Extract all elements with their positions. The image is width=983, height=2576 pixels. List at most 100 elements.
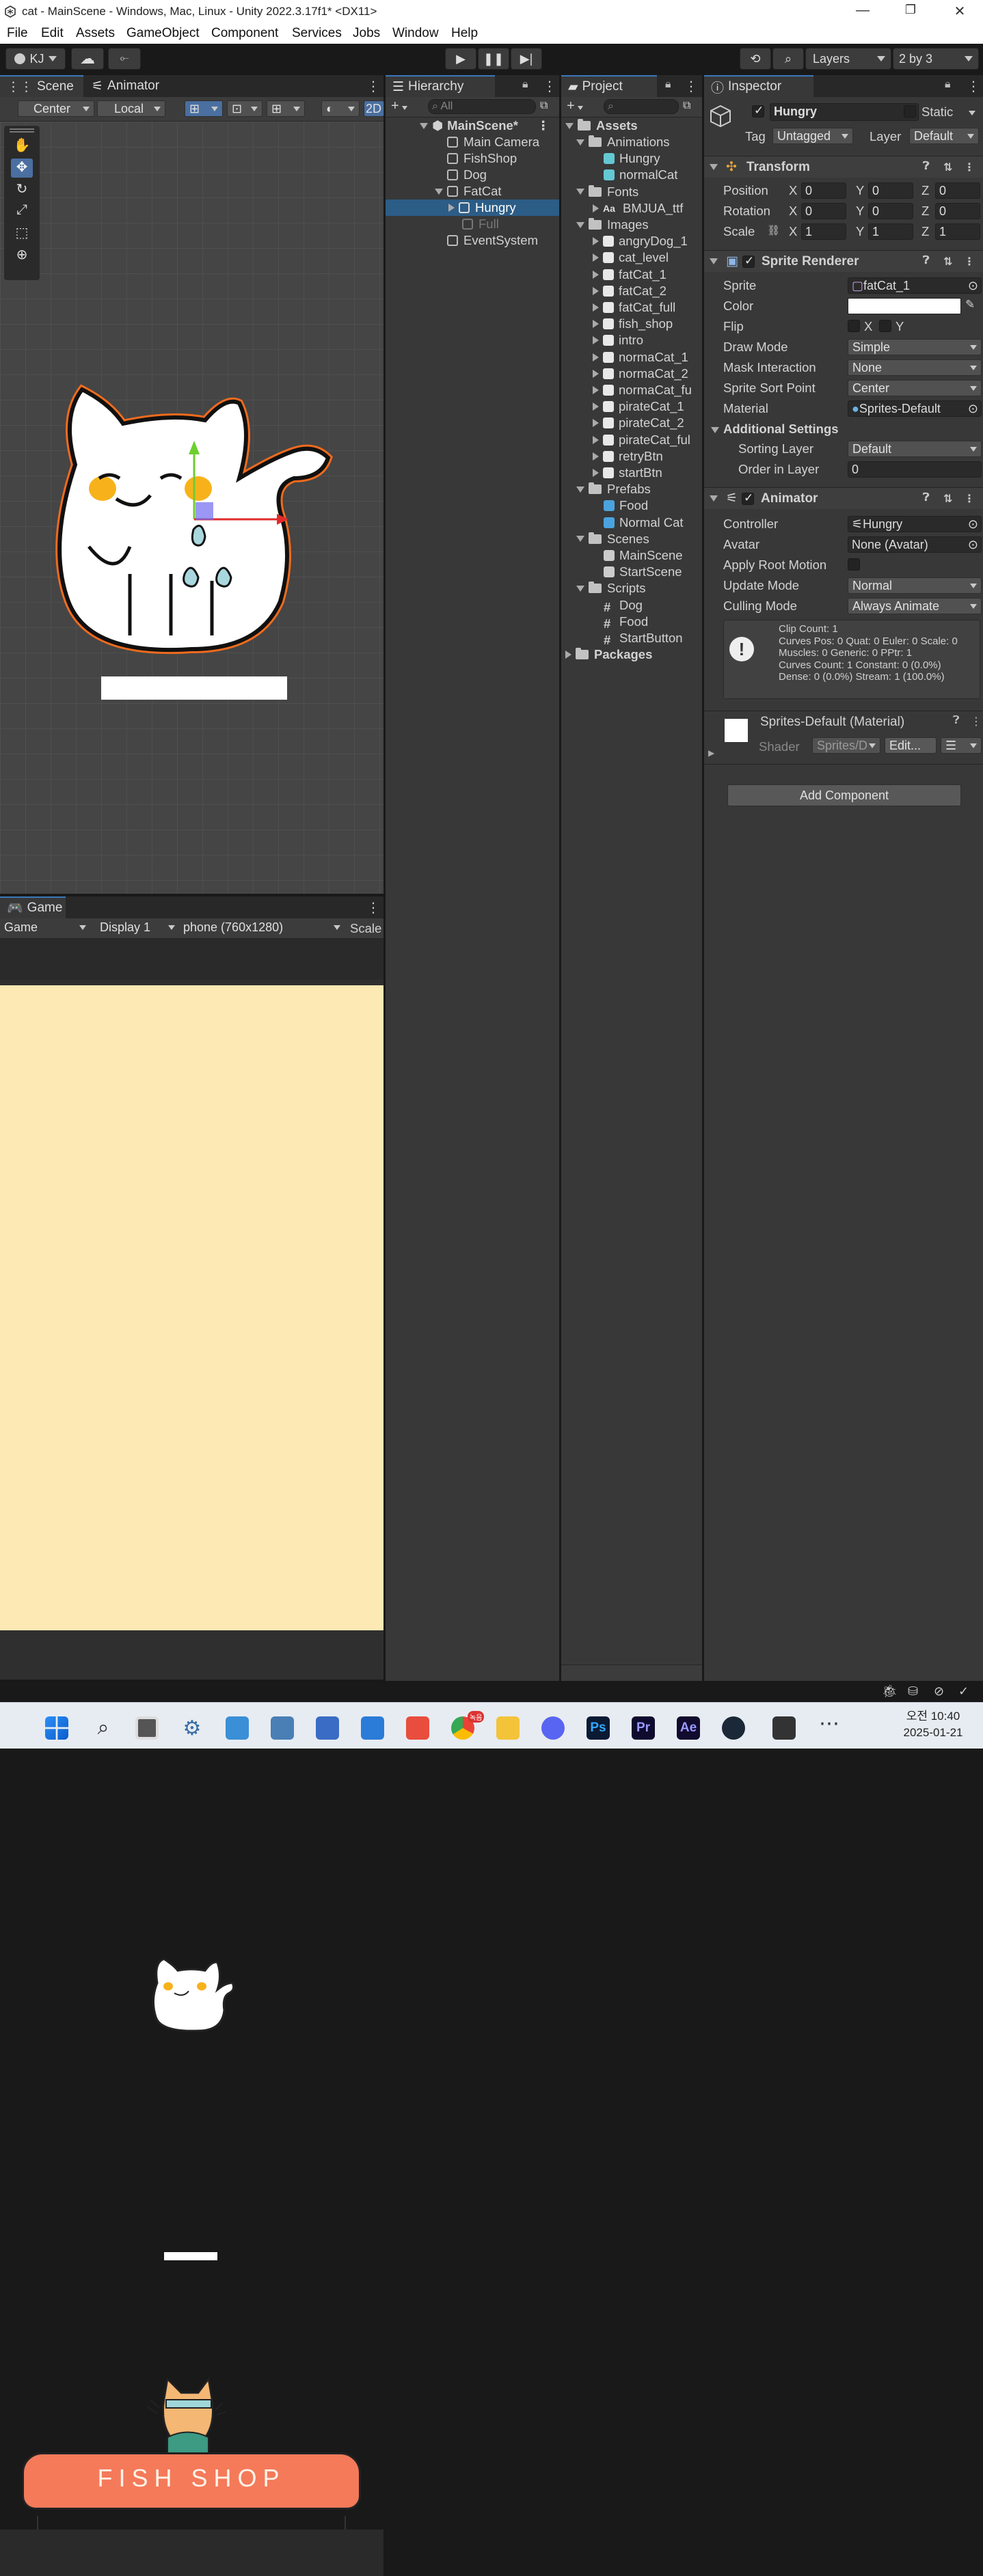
project-item-hungry[interactable]: Hungry [561,150,702,167]
account-dropdown[interactable]: KJ [5,48,66,70]
scene-menu-icon[interactable]: ⋮ [537,118,550,133]
flip-x-checkbox[interactable] [848,320,860,332]
game-mode-dropdown[interactable]: Game [0,920,90,936]
avatar-field[interactable]: None (Avatar) ⊙ [848,536,982,553]
premiere-icon[interactable]: Pr [632,1716,655,1740]
tab-project[interactable]: ▰ Project [561,75,657,97]
search-filter-icon[interactable]: ⧉ [540,100,548,112]
component-menu-icon[interactable]: ⋮ [971,715,982,728]
project-item-dog[interactable]: # Dog [561,597,702,614]
sprite-renderer-enabled-checkbox[interactable] [742,254,755,268]
transform-tool-icon[interactable]: ⊕ [11,246,33,265]
drag-handle-icon[interactable] [10,128,34,133]
animator-header[interactable]: ⚟ Animator ❓︎ ⇅ ⋮ [704,487,983,509]
active-checkbox[interactable] [752,104,764,118]
color-swatch[interactable] [848,298,961,314]
gizmo-snap-dropdown[interactable]: ⊞ [185,100,223,117]
eyedropper-icon[interactable]: ✎ [965,298,975,312]
tab-scene[interactable]: ⋮⋮ Scene [0,75,83,97]
lock-icon[interactable]: 🔒︎ [665,79,671,91]
file-explorer-icon[interactable] [496,1716,520,1740]
foldout-icon[interactable]: ▶ [708,748,714,758]
auto-generate-icon[interactable]: ⊘ [934,1684,944,1699]
project-item-piratecat-2[interactable]: pirateCat_2 [561,415,702,431]
project-item-mainscene[interactable]: MainScene [561,547,702,564]
play-button[interactable]: ▶ [445,48,476,70]
game-viewport[interactable] [0,985,383,1630]
hierarchy-item-full[interactable]: Full [386,216,559,232]
component-menu-icon[interactable]: ⋮ [964,161,975,174]
tab-game[interactable]: 🎮 Game [0,896,66,918]
menu-jobs[interactable]: Jobs [353,26,380,41]
step-button[interactable]: ▶| [511,48,542,70]
shader-options-dropdown[interactable]: ☰ [941,737,982,754]
project-item-prefabs[interactable]: Prefabs [561,481,702,497]
menu-services[interactable]: Services [292,26,342,41]
hierarchy-item-fishshop[interactable]: FishShop [386,150,559,167]
project-item-fatcat-full[interactable]: fatCat_full [561,299,702,316]
rotation-x-field[interactable]: 0 [801,203,846,219]
notepad-icon[interactable] [361,1716,384,1740]
clock[interactable]: 오전 10:40 2025-01-21 [889,1708,978,1741]
shader-dropdown[interactable]: Sprites/D [812,737,880,754]
position-y-field[interactable]: 0 [868,182,913,199]
object-name-field[interactable]: Hungry [770,103,919,121]
project-packages-root[interactable]: Packages [561,646,702,663]
increment-snap-dropdown[interactable]: ⊡ [227,100,262,117]
lock-icon[interactable]: 🔒︎ [945,79,951,91]
draw-mode-dropdown[interactable]: Simple [848,339,982,355]
project-item-images[interactable]: Images [561,217,702,233]
project-item-angrydog-1[interactable]: angryDog_1 [561,233,702,249]
hierarchy-item-dog[interactable]: Dog [386,167,559,183]
resolution-dropdown[interactable]: phone (760x1280) [179,920,345,936]
scale-x-field[interactable]: 1 [801,223,846,240]
notification-icon[interactable]: ✓ [958,1684,969,1699]
menu-assets[interactable]: Assets [76,26,115,41]
static-dropdown-icon[interactable] [969,111,975,115]
space-dropdown[interactable]: Local [97,100,165,117]
component-menu-icon[interactable]: ⋮ [964,255,975,269]
project-item-normal-cat[interactable]: Normal Cat [561,515,702,531]
rotate-tool-icon[interactable]: ↻ [11,180,33,200]
project-item-cat-level[interactable]: cat_level [561,249,702,266]
layers-dropdown[interactable]: Layers [805,48,891,70]
menu-help[interactable]: Help [451,26,478,41]
project-item-bmjua-ttf[interactable]: Aa BMJUA_ttf [561,200,702,217]
menu-gameobject[interactable]: GameObject [126,26,200,41]
shader-edit-button[interactable]: Edit... [885,737,937,754]
restore-icon[interactable]: ❐ [897,3,924,17]
material-field[interactable]: ●Sprites-Default ⊙ [848,400,982,417]
culling-mode-dropdown[interactable]: Always Animate [848,598,982,614]
project-item-normalcat[interactable]: normalCat [561,167,702,183]
position-z-field[interactable]: 0 [935,182,980,199]
fatcat-sprite[interactable] [34,376,349,663]
apply-root-motion-checkbox[interactable] [848,558,860,571]
menu-component[interactable]: Component [211,26,278,41]
hierarchy-item-fatcat[interactable]: FatCat [386,183,559,200]
object-picker-icon[interactable]: ⊙ [968,517,978,532]
undo-history-button[interactable]: ⟲ [740,48,771,70]
pivot-dropdown[interactable]: Center [18,100,94,117]
2d-toggle[interactable]: 2D [364,100,384,117]
menu-file[interactable]: File [7,26,28,41]
search-filter-icon[interactable]: ⧉ [683,100,690,112]
sorting-layer-dropdown[interactable]: Default [848,441,982,457]
layer-dropdown[interactable]: Default [909,128,979,144]
project-item-fonts[interactable]: Fonts [561,184,702,200]
project-item-fatcat-2[interactable]: fatCat_2 [561,283,702,299]
project-item-food[interactable]: # Food [561,614,702,631]
project-item-startbutton[interactable]: # StartButton [561,630,702,647]
update-mode-dropdown[interactable]: Normal [848,577,982,594]
project-item-fatcat-1[interactable]: fatCat_1 [561,266,702,283]
hierarchy-item-eventsystem[interactable]: EventSystem [386,232,559,249]
overflow-icon[interactable]: ⋯ [818,1714,841,1740]
close-icon[interactable]: ✕ [946,3,973,20]
project-item-intro[interactable]: intro [561,332,702,348]
scene-menu-icon[interactable]: ⋮ [366,78,380,95]
project-item-food[interactable]: Food [561,497,702,514]
add-component-button[interactable]: Add Component [727,784,961,806]
create-asset-button[interactable]: + [567,98,583,114]
object-picker-icon[interactable]: ⊙ [968,279,978,293]
hierarchy-item-main-camera[interactable]: Main Camera [386,134,559,150]
hierarchy-menu-icon[interactable]: ⋮ [543,78,556,95]
